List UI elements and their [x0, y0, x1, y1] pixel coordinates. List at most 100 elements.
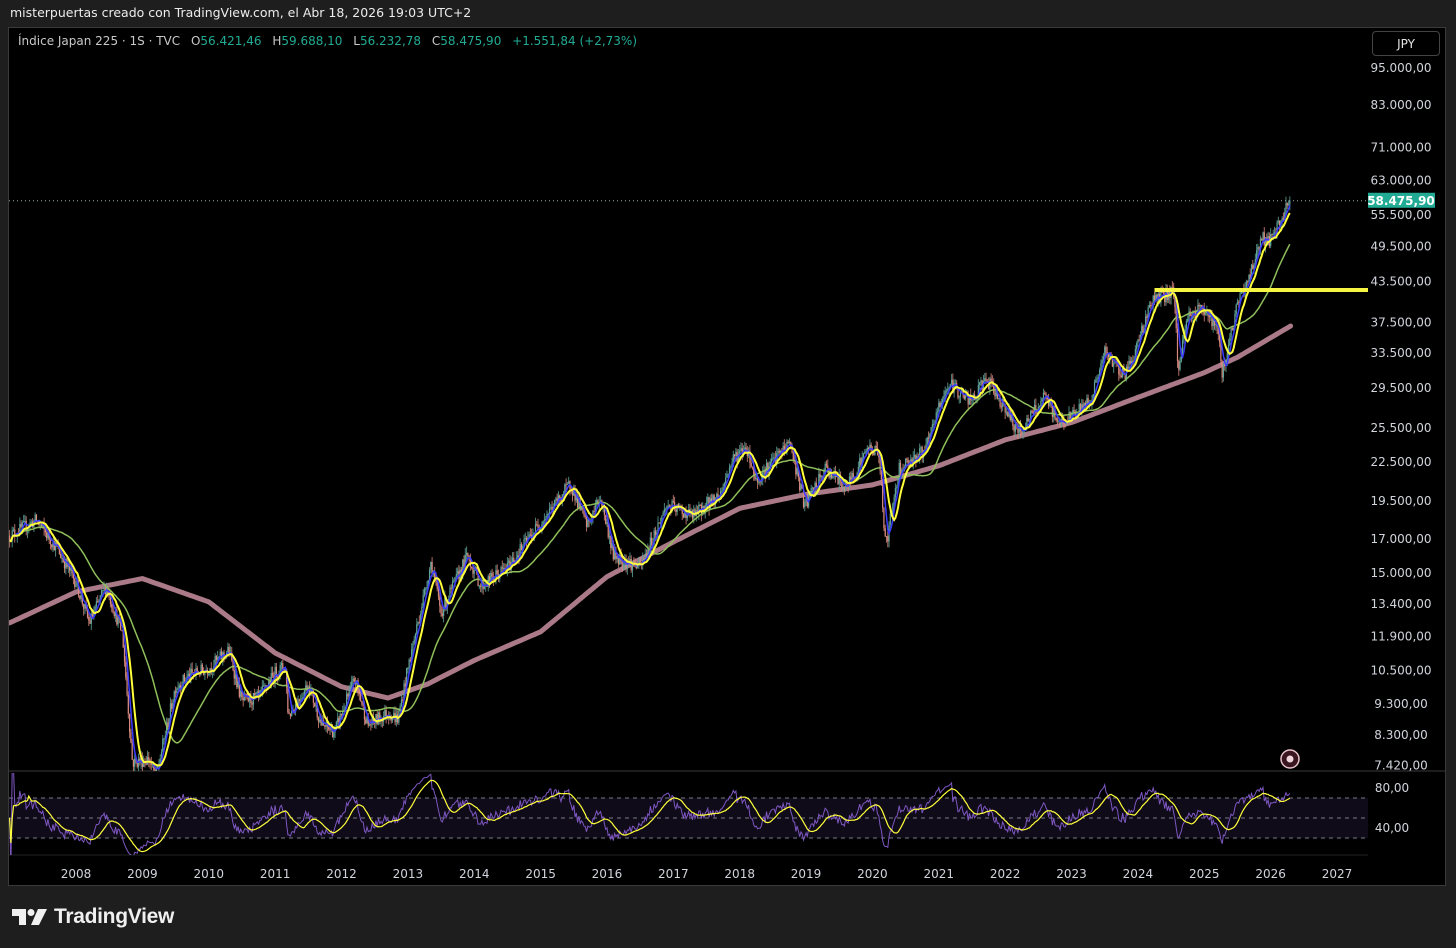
candle-body: [777, 450, 779, 454]
candle-body: [425, 588, 427, 590]
candle-body: [773, 457, 775, 459]
candle-body: [799, 477, 801, 491]
candle-body: [126, 677, 128, 695]
candle-body: [1060, 418, 1062, 427]
candle-body: [885, 536, 888, 538]
candle-body: [439, 596, 441, 606]
candle-body: [958, 396, 960, 398]
candle-body: [251, 702, 253, 705]
candle-body: [778, 450, 780, 453]
candle-body: [24, 520, 26, 522]
candle-body: [707, 497, 709, 503]
tradingview-logo[interactable]: TradingView: [12, 905, 174, 929]
candle-body: [407, 667, 409, 669]
price-tick-label: 15.000,00: [1370, 566, 1431, 580]
time-tick-label: 2016: [592, 867, 623, 881]
candle-body: [717, 494, 719, 497]
candle-body: [994, 393, 996, 397]
candle-body: [1105, 346, 1107, 353]
candle-body: [234, 674, 237, 679]
price-tick-label: 63.000,00: [1370, 173, 1431, 187]
price-tick-label: 22.500,00: [1370, 455, 1431, 469]
candle-body: [1021, 431, 1023, 434]
time-axis[interactable]: 2008 2009 2010 2011 2012 2013 2014 2015 2016 2017…: [61, 867, 1353, 881]
last-price-badge: 58.475,90: [1367, 192, 1435, 208]
candle-body: [1079, 403, 1082, 411]
candle-body: [23, 521, 25, 523]
candle-body: [1138, 339, 1140, 341]
candle-body: [496, 570, 498, 574]
candle-body: [906, 458, 908, 460]
candle-body: [340, 713, 343, 716]
candle-body: [913, 455, 916, 458]
candle-body: [360, 694, 362, 702]
candle-body: [472, 568, 474, 574]
candle-body: [772, 457, 774, 459]
alert-marker-icon[interactable]: [1280, 749, 1300, 769]
price-axis[interactable]: 95.000,00 83.000,00 71.000,00 63.000,00 55.5…: [1370, 61, 1431, 773]
candle-body: [716, 494, 718, 498]
time-tick-label: 2027: [1322, 867, 1353, 881]
candle-body: [83, 604, 85, 609]
candle-body: [177, 687, 179, 689]
candle-body: [324, 725, 326, 727]
candle-body: [933, 423, 935, 425]
candle-body: [413, 639, 415, 644]
candle-body: [54, 542, 57, 551]
candle-body: [501, 567, 503, 569]
symbol-title[interactable]: Índice Japan 225 · 1S · TVC: [18, 34, 180, 48]
candle-body: [1178, 361, 1180, 370]
price-tick-label: 95.000,00: [1370, 61, 1431, 75]
candle-body: [1256, 250, 1258, 260]
candle-body: [256, 691, 258, 694]
candle-body: [1221, 361, 1223, 378]
candle-body: [1101, 360, 1103, 364]
candle-body: [672, 501, 674, 503]
candle-body: [884, 528, 886, 537]
candle-body: [639, 560, 641, 564]
candle-body: [465, 552, 468, 555]
candle-body: [945, 390, 948, 392]
candle-body: [171, 703, 173, 709]
candle-body: [1069, 412, 1071, 420]
candle-body: [665, 508, 667, 510]
candle-body: [1247, 281, 1249, 283]
candle-body: [984, 378, 986, 382]
candle-body: [571, 491, 574, 496]
candle-body: [240, 690, 242, 697]
candle-body: [80, 594, 82, 599]
candle-body: [467, 552, 469, 557]
candle-body: [1150, 305, 1152, 307]
candle-body: [187, 673, 189, 677]
price-tick-label: 37.500,00: [1370, 315, 1431, 329]
candle-body: [178, 685, 180, 688]
rsi-tick-label: 80,00: [1375, 781, 1409, 795]
candle-body: [132, 759, 135, 767]
candle-body: [162, 738, 164, 752]
ohlc-legend: Índice Japan 225 · 1S · TVC O56.421,46 H…: [18, 34, 637, 48]
price-tick-label: 25.500,00: [1370, 421, 1431, 435]
time-tick-label: 2008: [61, 867, 92, 881]
candle-body: [1064, 424, 1066, 426]
candle-body: [971, 400, 973, 402]
candle-body: [610, 536, 612, 548]
price-tick-label: 9.300,00: [1374, 697, 1427, 711]
chart-canvas[interactable]: 95.000,00 83.000,00 71.000,00 63.000,00 55.5…: [0, 0, 1456, 948]
time-tick-label: 2011: [260, 867, 291, 881]
candle-body: [112, 607, 114, 613]
candle-body: [865, 450, 867, 453]
candle-body: [129, 713, 131, 733]
candle-body: [478, 585, 480, 587]
candle-body: [351, 681, 353, 687]
candle-body: [843, 487, 845, 490]
candle-body: [89, 620, 91, 624]
currency-button[interactable]: JPY: [1372, 31, 1440, 56]
candle-body: [750, 462, 752, 467]
candle-body: [1229, 337, 1231, 345]
candle-body: [792, 452, 794, 460]
candle-body: [725, 477, 727, 484]
candle-body: [947, 388, 949, 391]
time-tick-label: 2018: [724, 867, 755, 881]
high-value: 59.688,10: [281, 34, 343, 48]
candle-body: [555, 498, 557, 500]
